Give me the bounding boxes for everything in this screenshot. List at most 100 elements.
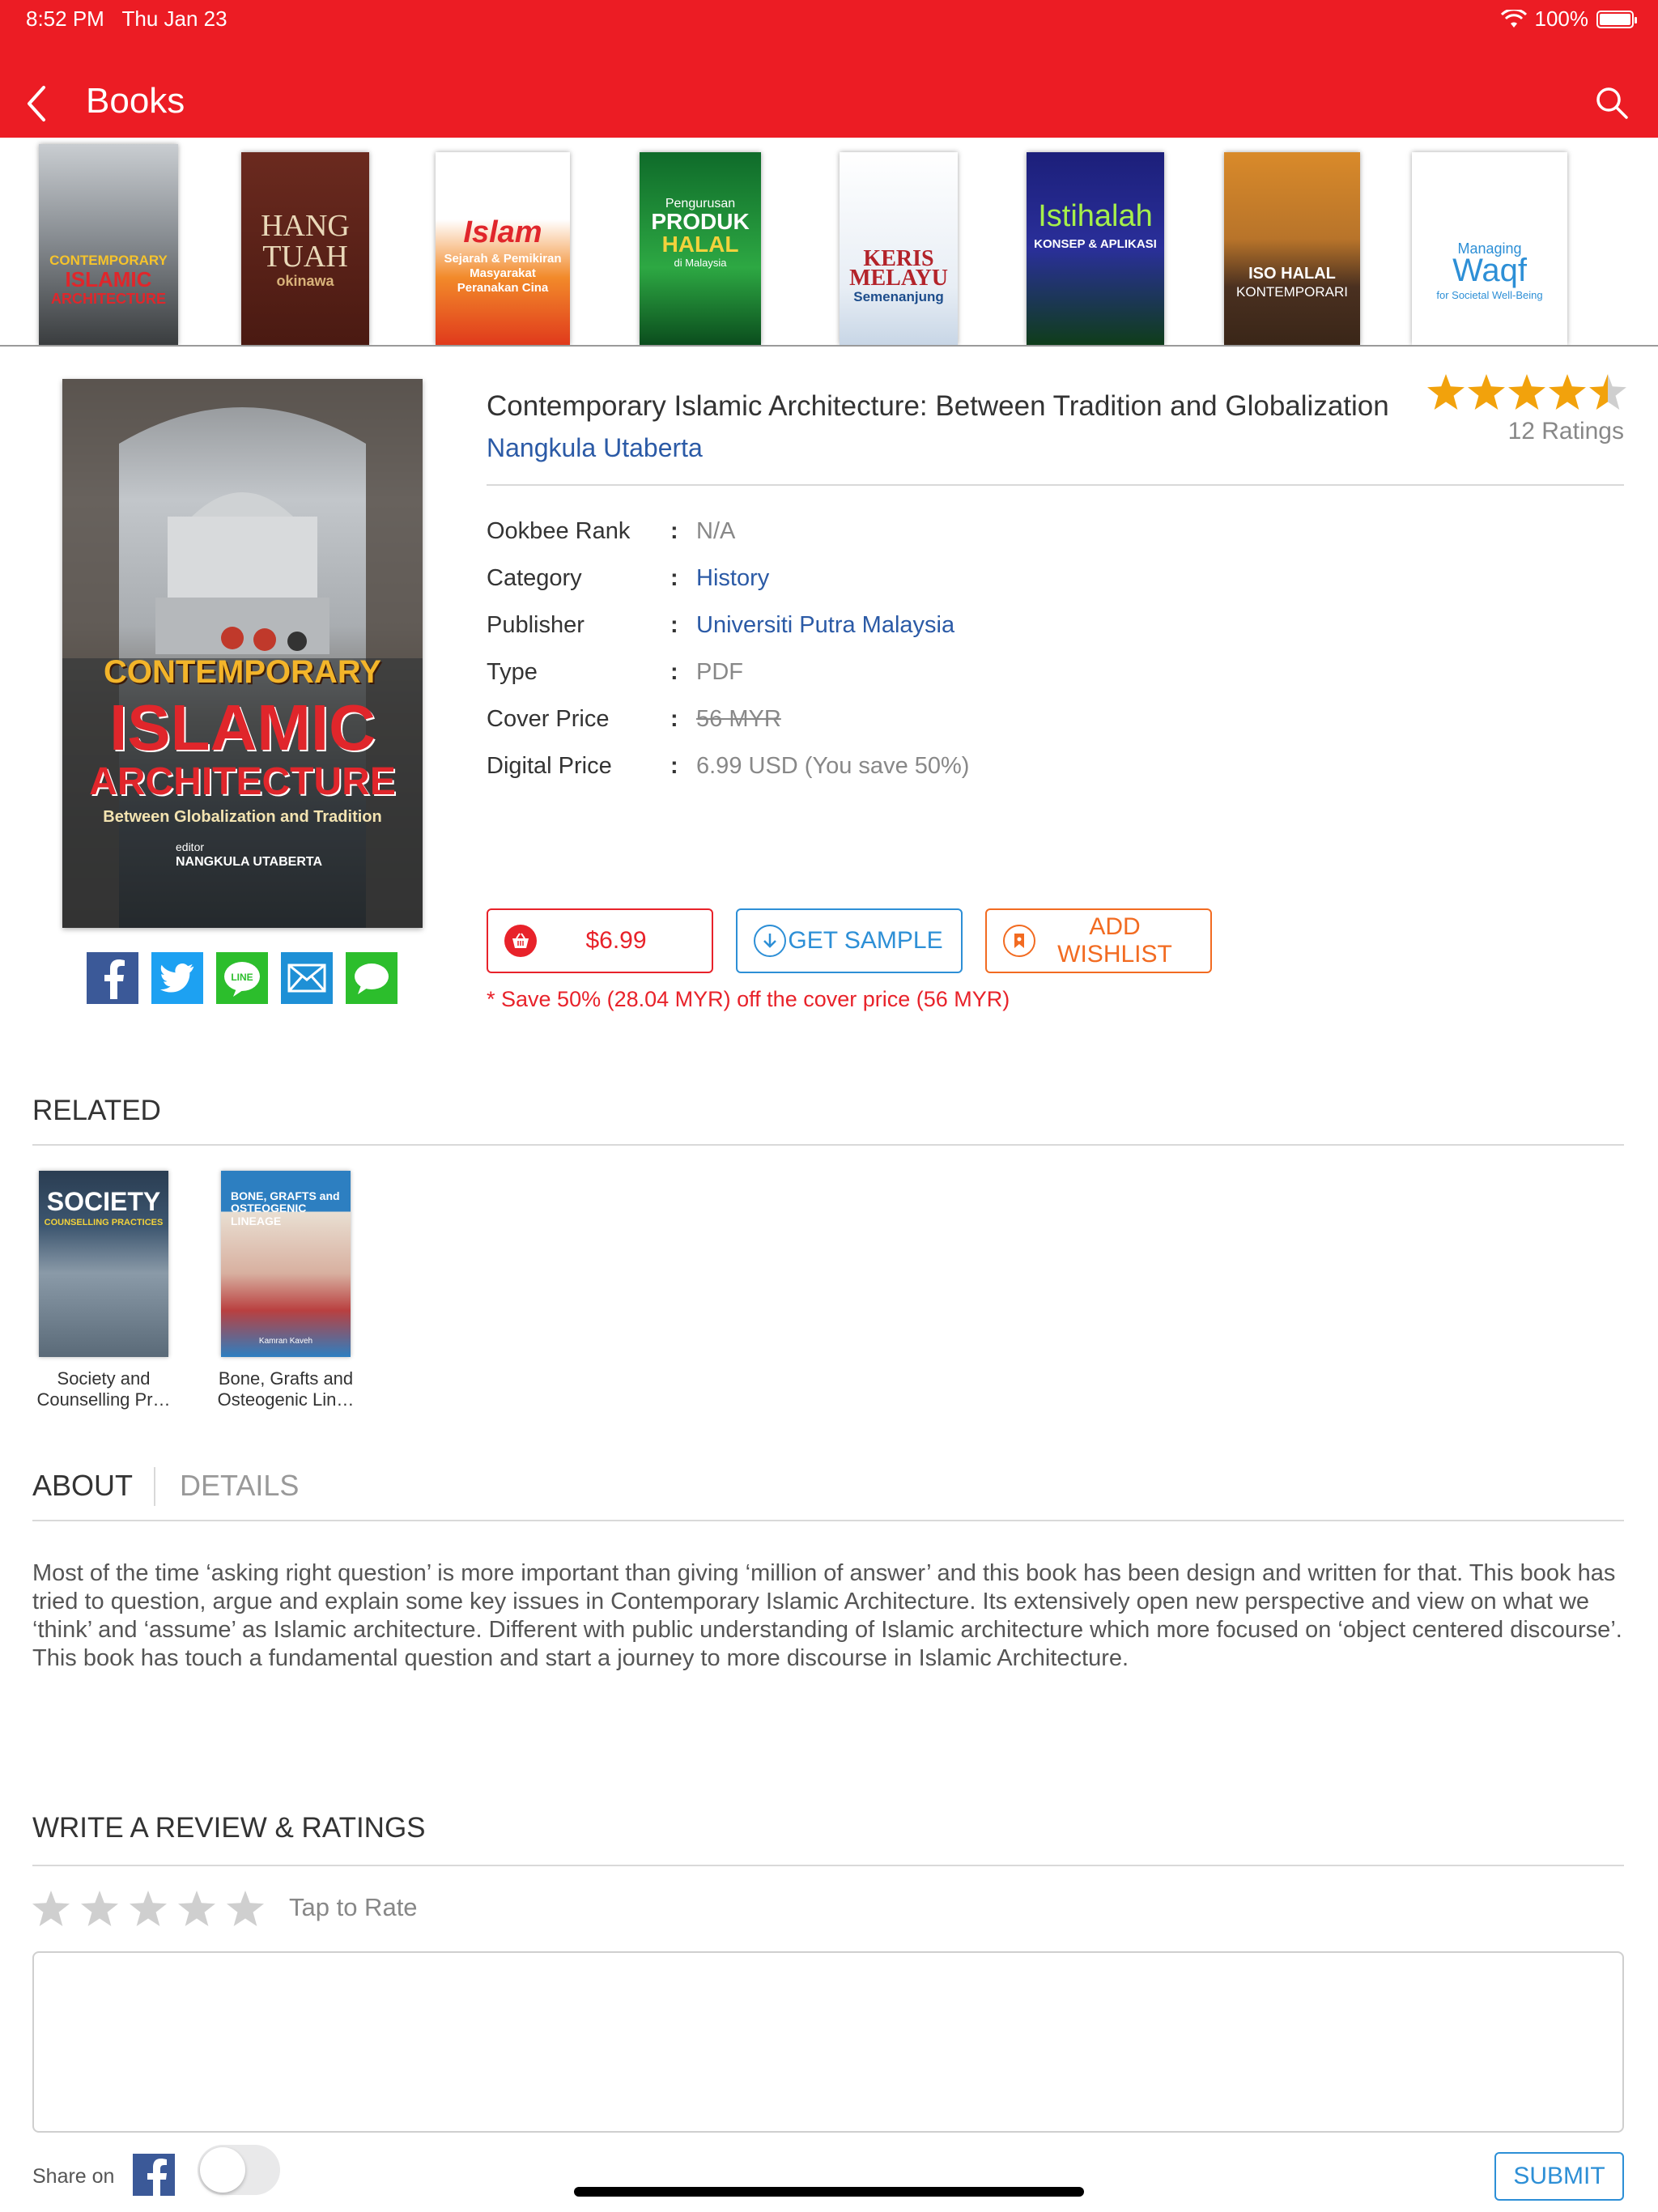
carousel-book-title: Semenanjung — [853, 289, 944, 304]
tap-to-rate-label: Tap to Rate — [289, 1893, 418, 1921]
carousel-book-title: ISLAMIC — [65, 267, 152, 291]
carousel-book[interactable]: Managing Waqf for Societal Well-Being — [1412, 152, 1567, 345]
search-icon[interactable] — [1595, 86, 1629, 120]
add-wishlist-button[interactable]: ADD WISHLIST — [985, 908, 1212, 973]
battery-icon — [1596, 10, 1637, 28]
carousel-book-title: okinawa — [276, 273, 334, 289]
carousel-book-title: Masyarakat — [470, 266, 536, 280]
carousel-book-title: HALAL — [661, 232, 739, 257]
rate-stars — [32, 1890, 264, 1927]
category-link[interactable]: History — [696, 565, 769, 592]
carousel-book-title: Peranakan Cina — [457, 281, 549, 295]
facebook-icon[interactable] — [87, 952, 138, 1004]
share-on-label: Share on — [32, 2165, 115, 2188]
carousel-book-title: PRODUK — [651, 209, 750, 234]
tab-details[interactable]: DETAILS — [180, 1469, 299, 1503]
info-value-rank: N/A — [696, 518, 736, 544]
carousel-book-title: ARCHITECTURE — [51, 291, 166, 307]
star-empty-icon[interactable] — [81, 1890, 118, 1927]
wifi-icon — [1500, 9, 1527, 28]
info-value-digital-price: 6.99 USD (You save 50%) — [696, 753, 970, 779]
carousel-book[interactable]: ISO HALAL KONTEMPORARI — [1224, 152, 1360, 345]
carousel-book[interactable]: HANG TUAH okinawa — [241, 152, 369, 345]
info-label-type: Type — [487, 659, 538, 685]
related-book-cover: SOCIETY COUNSELLING PRACTICES — [39, 1171, 168, 1357]
carousel-book-title: Istihalah — [1038, 199, 1153, 233]
line-icon[interactable]: LINE — [216, 952, 268, 1004]
star-empty-icon[interactable] — [227, 1890, 264, 1927]
mail-icon[interactable] — [281, 952, 333, 1004]
divider — [32, 1865, 1624, 1866]
download-icon — [754, 925, 786, 957]
carousel-book[interactable]: Pengurusan PRODUK HALAL di Malaysia — [640, 152, 761, 345]
cover-art — [62, 379, 423, 928]
cover-title-line: ISLAMIC — [109, 691, 376, 764]
carousel-book-title: Islam — [463, 215, 542, 249]
carousel-book-title: KONTEMPORARI — [1236, 284, 1348, 300]
info-colon: : — [670, 518, 678, 544]
star-filled-icon — [1508, 374, 1545, 410]
home-indicator[interactable] — [574, 2187, 1084, 2197]
info-label-digital-price: Digital Price — [487, 753, 612, 779]
star-filled-icon — [1468, 374, 1505, 410]
book-author-link[interactable]: Nangkula Utaberta — [487, 433, 703, 463]
related-book[interactable]: BONE, GRAFTS and OSTEOGENIC LINEAGE Kamr… — [217, 1171, 355, 1411]
info-colon: : — [670, 753, 678, 779]
carousel-book-title: ISO HALAL — [1248, 265, 1336, 283]
related-cover-subtitle: COUNSELLING PRACTICES — [44, 1218, 164, 1227]
star-empty-icon[interactable] — [32, 1890, 70, 1927]
carousel-book[interactable]: CONTEMPORARY ISLAMIC ARCHITECTURE — [39, 144, 178, 345]
share-facebook-toggle[interactable] — [198, 2145, 280, 2195]
toggle-knob — [200, 2147, 245, 2193]
carousel-book-title: MELAYU — [849, 266, 948, 291]
basket-icon — [504, 925, 537, 957]
related-cover-title: SOCIETY — [46, 1187, 161, 1216]
book-cover[interactable]: CONTEMPORARY ISLAMIC ARCHITECTURE Betwee… — [62, 379, 423, 928]
carousel-book[interactable]: Islam Sejarah & Pemikiran Masyarakat Per… — [436, 152, 570, 345]
info-label-rank: Ookbee Rank — [487, 518, 631, 544]
review-text-area[interactable] — [32, 1951, 1624, 2133]
related-book[interactable]: SOCIETY COUNSELLING PRACTICES Society an… — [35, 1171, 172, 1411]
rating-stars — [1427, 374, 1626, 410]
divider — [32, 1144, 1624, 1146]
related-book-title: Bone, Grafts and Osteogenic Lin… — [217, 1368, 355, 1410]
info-label-category: Category — [487, 565, 582, 591]
message-icon[interactable] — [346, 952, 397, 1004]
tab-about[interactable]: ABOUT — [32, 1469, 133, 1503]
get-sample-button[interactable]: GET SAMPLE — [736, 908, 963, 973]
svg-text:LINE: LINE — [231, 972, 253, 983]
carousel-book[interactable]: KERIS MELAYU Semenanjung — [840, 152, 958, 345]
cover-editor-label: editor — [176, 840, 205, 853]
publisher-link[interactable]: Universiti Putra Malaysia — [696, 612, 954, 639]
back-chevron-icon[interactable] — [21, 83, 53, 125]
star-empty-icon[interactable] — [178, 1890, 215, 1927]
share-buttons: LINE — [87, 952, 397, 1004]
star-empty-icon[interactable] — [130, 1890, 167, 1927]
info-colon: : — [670, 659, 678, 685]
info-colon: : — [670, 565, 678, 591]
book-carousel[interactable]: CONTEMPORARY ISLAMIC ARCHITECTURE HANG T… — [0, 138, 1658, 347]
add-wishlist-label: ADD WISHLIST — [1057, 913, 1172, 968]
info-colon: : — [670, 612, 678, 638]
submit-button[interactable]: SUBMIT — [1494, 2152, 1624, 2201]
star-filled-icon — [1549, 374, 1586, 410]
facebook-icon[interactable] — [133, 2154, 175, 2196]
ratings-count: 12 Ratings — [1507, 418, 1624, 445]
twitter-icon[interactable] — [151, 952, 203, 1004]
info-label-cover-price: Cover Price — [487, 706, 610, 732]
battery-percent: 100% — [1534, 6, 1589, 31]
save-note: * Save 50% (28.04 MYR) off the cover pri… — [487, 987, 1010, 1011]
about-description: Most of the time ‘asking right question’… — [32, 1560, 1622, 1671]
bookmark-icon — [1003, 925, 1035, 957]
page-title: Books — [86, 81, 185, 121]
carousel-book[interactable]: Istihalah KONSEP & APLIKASI — [1027, 152, 1164, 345]
star-filled-icon — [1427, 374, 1465, 410]
carousel-book-title: di Malaysia — [674, 257, 727, 269]
info-colon: : — [670, 706, 678, 732]
status-time: 8:52 PM Thu Jan 23 — [26, 6, 227, 31]
info-label-publisher: Publisher — [487, 612, 585, 638]
buy-button[interactable]: $6.99 — [487, 908, 713, 973]
carousel-book-title: Waqf — [1452, 253, 1527, 288]
star-half-icon — [1589, 374, 1626, 410]
get-sample-label: GET SAMPLE — [788, 927, 943, 954]
